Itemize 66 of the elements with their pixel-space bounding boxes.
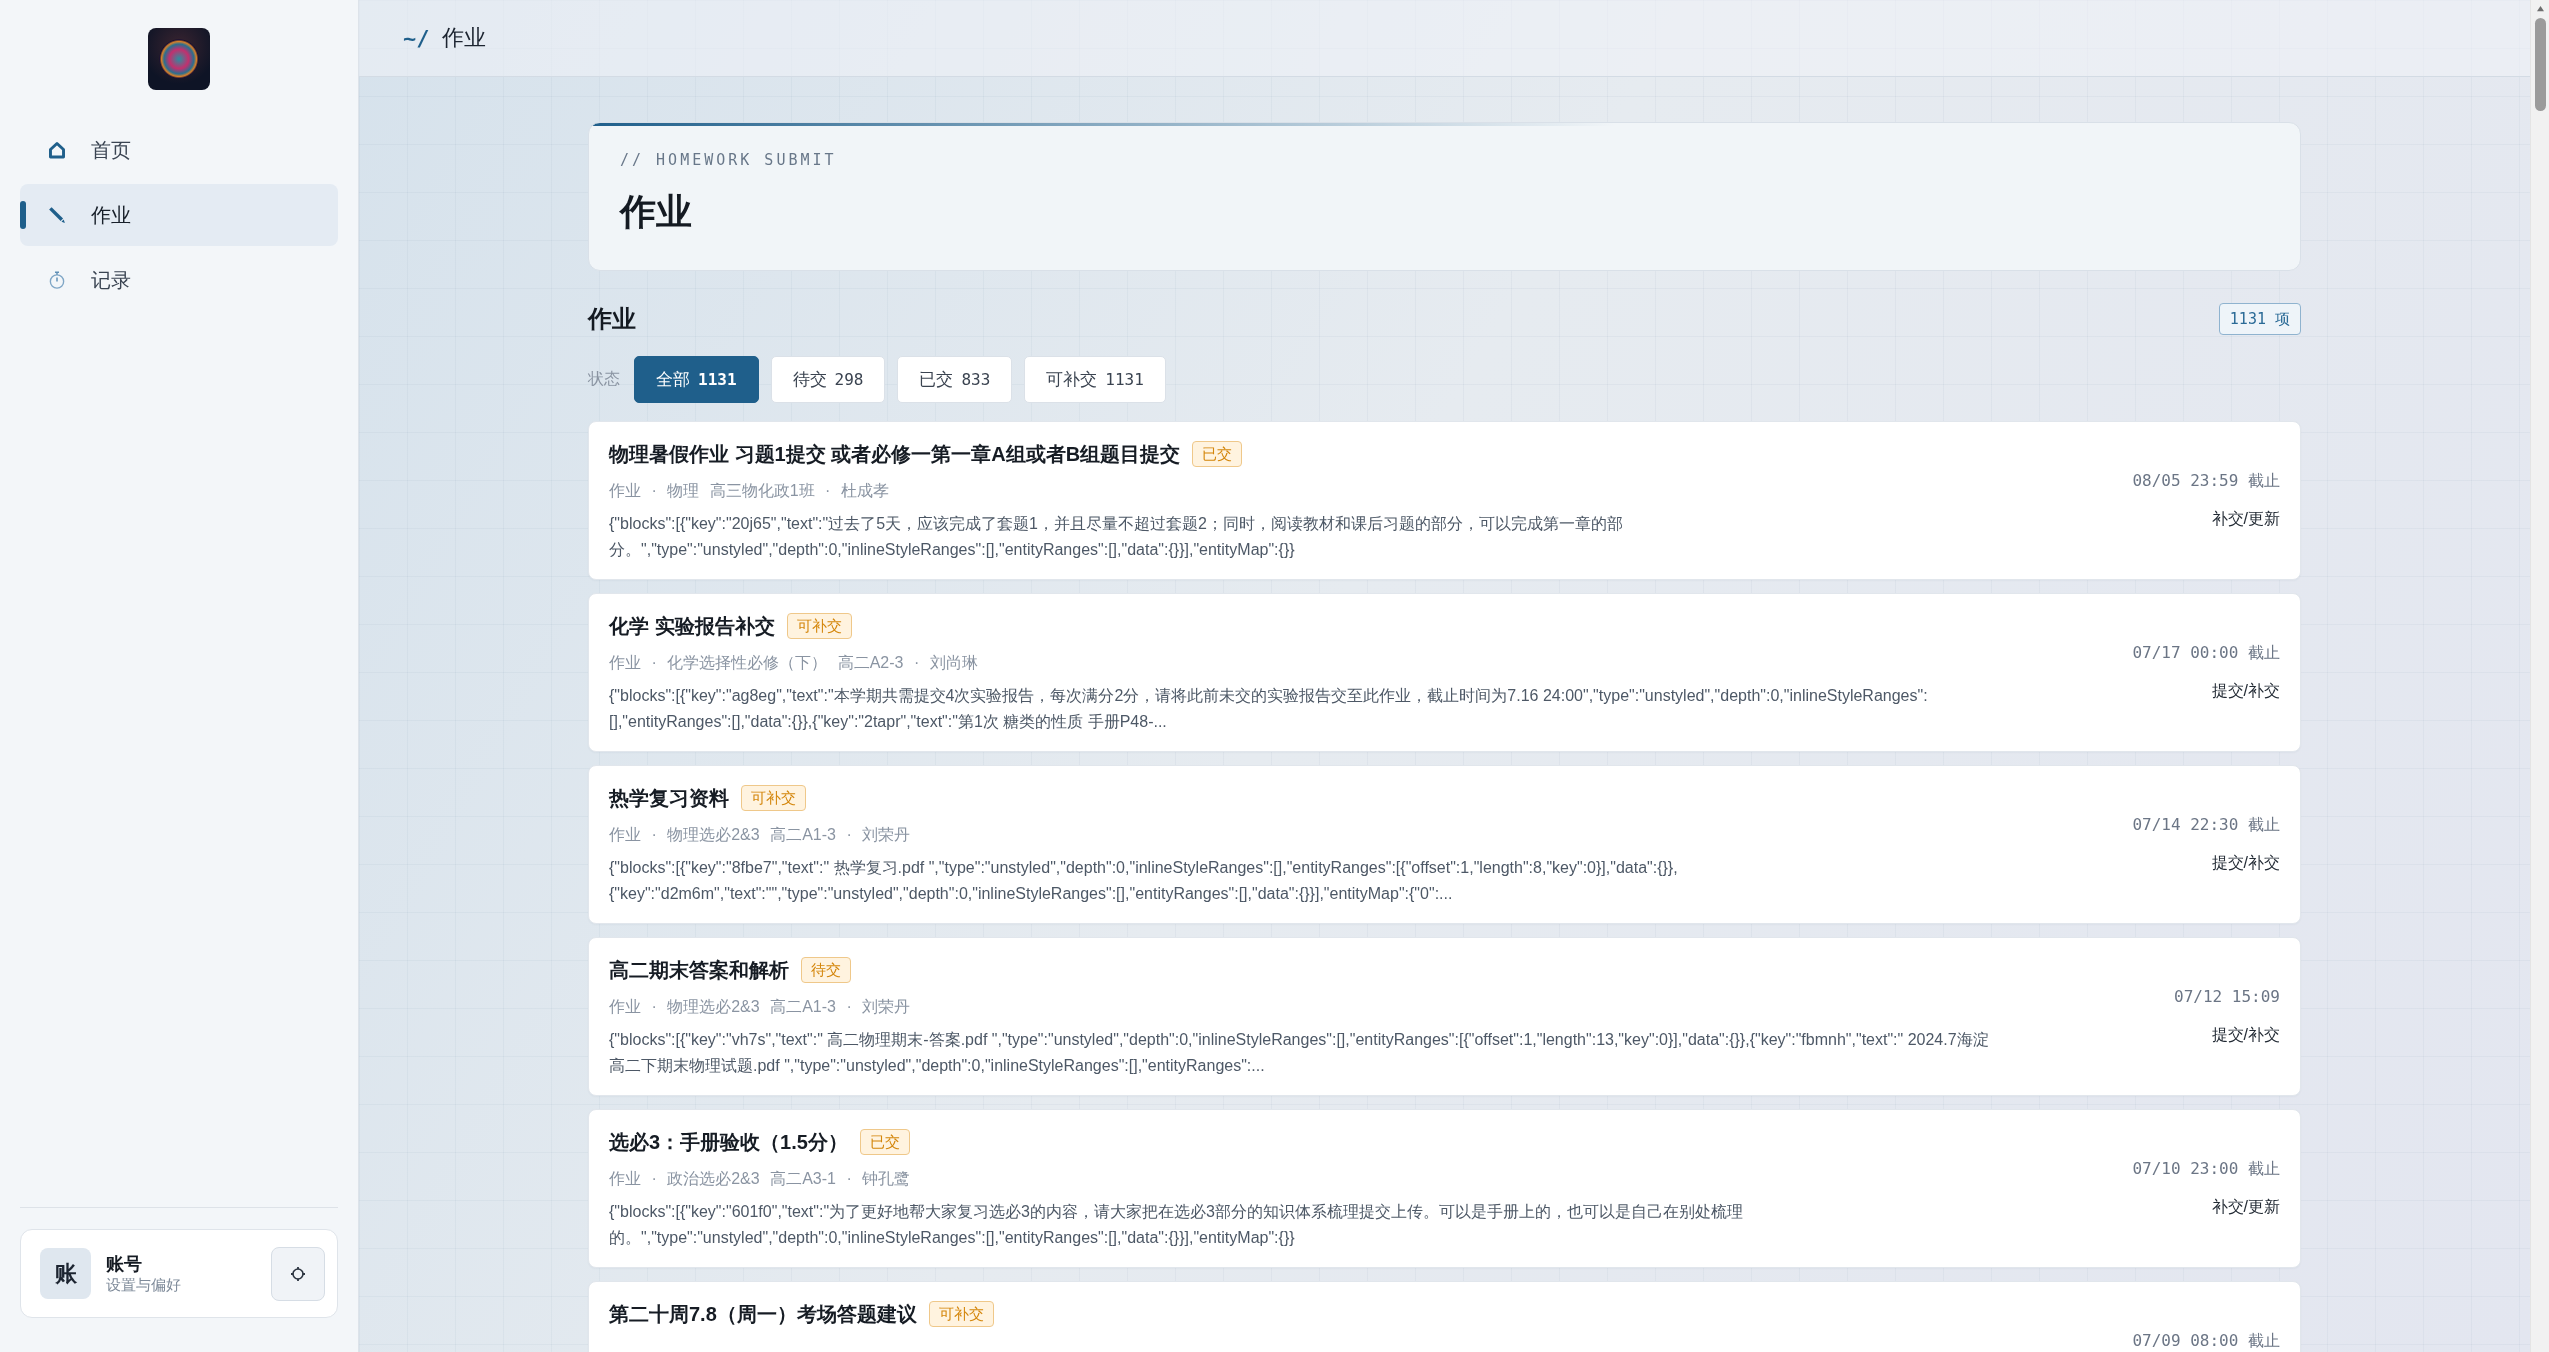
assignment-card[interactable] xyxy=(588,421,2301,580)
assignment-card[interactable]: 第二十周7.8（周一）考场答题建议 可补交 07/09 08:00 截止 xyxy=(588,1281,2301,1352)
assignment-card[interactable] xyxy=(588,937,2301,1096)
assignment-title: 选必3：手册验收（1.5分） xyxy=(609,1130,848,1155)
assignment-card[interactable] xyxy=(588,1109,2301,1268)
action-link[interactable]: 提交/补交 xyxy=(2211,679,2280,703)
nav-item[interactable]: 作业 xyxy=(20,184,338,246)
assignment-meta: 作业 · 物理选必2&3 高二A1-3 · 刘荣丹 xyxy=(609,825,911,845)
account-name: 账号 xyxy=(106,1252,143,1275)
assignment-description: {"blocks":[{"key":"ag8eg","text":"本学期共需提交4次实验报告，每次满分2分，请将此前未交的实验报告交至此作业，截止时间为7.16 24:00","type":"unstyled","depth":0,"inlineStyleRanges":[],"entityRanges":[],"data":{}},{"key":"2tapr","text":"第1次 糖类的性质 手册P48-... xyxy=(609,686,1929,732)
deadline-text: 08/05 23:59 截止 xyxy=(2132,470,2280,492)
stopwatch-icon xyxy=(48,271,66,289)
deadline-text: 07/10 23:00 截止 xyxy=(2132,1158,2280,1180)
deadline-text: 07/09 08:00 截止 xyxy=(2132,1330,2280,1352)
status-tag: 可补交 xyxy=(786,613,852,639)
assignment-title: 热学复习资料 xyxy=(609,786,729,811)
assignment-meta: 作业 · 政治选必2&3 高二A3-1 · 钟孔鹭 xyxy=(609,1169,911,1189)
assignment-meta: 作业 · 物理 高三物化政1班 · 杜成孝 xyxy=(609,481,889,501)
action-link[interactable]: 提交/补交 xyxy=(2211,851,2280,875)
assignment-description: {"blocks":[{"key":"vh7s","text":" 高二物理期末-答案.pdf ","type":"unstyled","depth":0,"inlineStyleRanges":[],"entityRanges":[{"offset":1,"length":13,"key":0}],"data":{}},{"key":"fbmnh","text":" 2024.7海淀高二下期末物理试题.pdf ","type":"unstyled","depth":0,"inlineStyleRanges":[],"entityRanges":... xyxy=(609,1030,1989,1076)
assignment-meta: 作业 · 物理选必2&3 高二A1-3 · 刘荣丹 xyxy=(609,997,911,1017)
scroll-up-icon[interactable] xyxy=(2535,5,2545,12)
assignment-description: {"blocks":[{"key":"601f0","text":"为了更好地帮大家复习选必3的内容，请大家把在选必3部分的知识体系梳理提交上传。可以是手册上的，也可以是自己在别处梳理的。","type":"unstyled","depth":0,"inlineStyleRanges":[],"entityRanges":[],"data":{}}],"entityMap":{}} xyxy=(609,1202,1744,1248)
section-title: 作业 xyxy=(588,304,636,334)
filter-chip[interactable]: 已交 833 xyxy=(897,356,1013,403)
assignment-card[interactable] xyxy=(588,593,2301,752)
assignment-meta: 作业 · 化学选择性必修（下） 高二A2-3 · 刘尚琳 xyxy=(609,653,978,673)
logo-placeholder xyxy=(148,28,210,90)
filter-chip[interactable]: 待交 298 xyxy=(770,356,886,403)
assignment-description: {"blocks":[{"key":"20j65","text":"过去了5天，应该完成了套题1，并且尽量不超过套题2；同时，阅读教材和课后习题的部分，可以完成第一章的部分。","type":"unstyled","depth":0,"inlineStyleRanges":[],"entityRanges":[],"data":{}}],"entityMap":{}} xyxy=(609,514,1624,560)
pencil-icon xyxy=(48,206,66,224)
filter-chip[interactable]: 全部 1131 xyxy=(634,356,759,403)
nav-item[interactable]: 记录 xyxy=(20,249,338,311)
account-avatar: 账 xyxy=(40,1248,91,1299)
assignment-title: 第二十周7.8（周一）考场答题建议 xyxy=(609,1302,917,1327)
action-link[interactable]: 补交/更新 xyxy=(2211,507,2280,531)
assignment-card[interactable] xyxy=(588,765,2301,924)
scrollbar-track[interactable] xyxy=(2530,0,2549,1352)
status-tag: 可补交 xyxy=(928,1301,994,1327)
hero-title: 作业 xyxy=(620,190,693,234)
assignment-title: 物理暑假作业 习题1提交 或者必修一第一章A组或者B组题目提交 xyxy=(609,442,1181,467)
scrollbar-thumb[interactable] xyxy=(2534,18,2546,111)
deadline-text: 07/17 00:00 截止 xyxy=(2132,642,2280,664)
home-icon xyxy=(48,141,66,159)
assignment-description: {"blocks":[{"key":"8fbe7","text":" 热学复习.pdf ","type":"unstyled","depth":0,"inlineStyleRanges":[],"entityRanges":[{"offset":1,"length":8,"key":0}],"data":{}},{"key":"d2m6m","text":"","type":"unstyled","depth":0,"inlineStyleRanges":[],"entityRanges":[],"data":{}}],"entityMap":{"0":... xyxy=(609,858,1679,904)
nav-item[interactable]: 首页 xyxy=(20,119,338,181)
settings-button[interactable] xyxy=(271,1246,325,1301)
account-card[interactable]: 账 账号 设置与偏好 xyxy=(20,1229,338,1318)
filter-label: 状态 xyxy=(588,369,620,389)
assignment-title: 高二期末答案和解析 xyxy=(609,958,789,983)
deadline-text: 07/12 15:09 xyxy=(2174,986,2280,1008)
hero-eyebrow: // HOMEWORK SUBMIT xyxy=(620,150,838,170)
settings-icon xyxy=(290,1265,306,1282)
count-badge: 1131 项 xyxy=(2218,303,2301,335)
deadline-text: 07/14 22:30 截止 xyxy=(2132,814,2280,836)
filter-chip[interactable]: 可补交 1131 xyxy=(1024,356,1166,403)
status-tag: 已交 xyxy=(859,1129,910,1155)
status-tag: 已交 xyxy=(1192,441,1243,467)
action-link[interactable]: 提交/补交 xyxy=(2211,1023,2280,1047)
action-link[interactable]: 补交/更新 xyxy=(2211,1195,2280,1219)
status-tag: 待交 xyxy=(801,957,851,983)
breadcrumb-title: 作业 xyxy=(441,24,486,52)
breadcrumb-prefix: ~/ xyxy=(403,25,430,51)
status-tag: 可补交 xyxy=(741,785,806,811)
account-subtitle: 设置与偏好 xyxy=(106,1274,181,1295)
assignment-title: 化学 实验报告补交 xyxy=(609,614,775,639)
